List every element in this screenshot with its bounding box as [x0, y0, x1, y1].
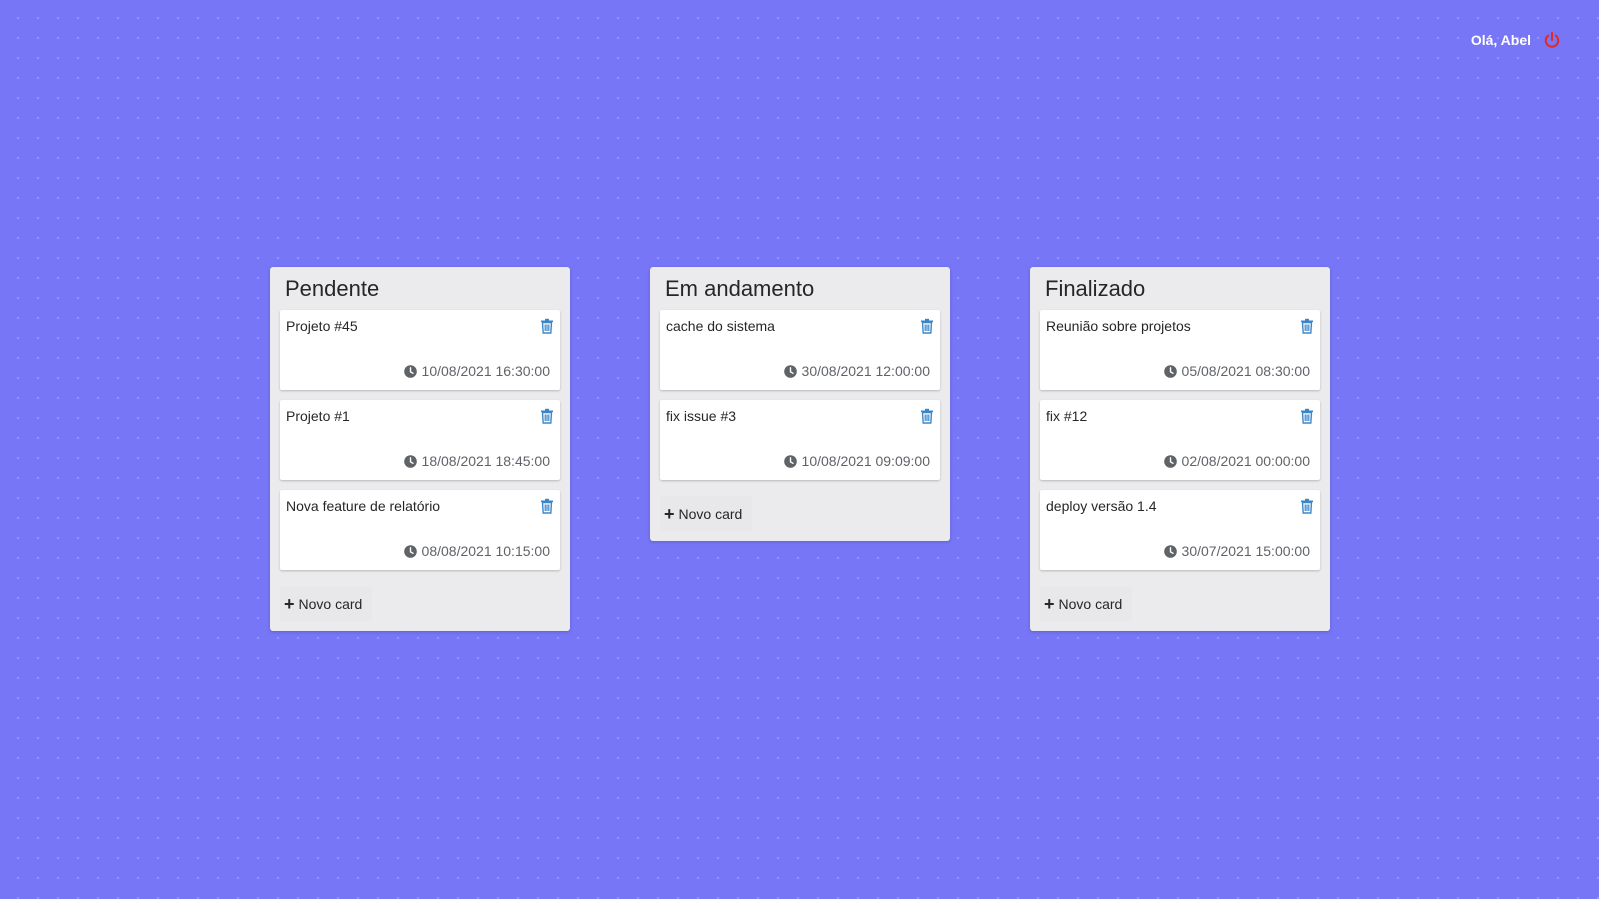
column-title: Pendente	[285, 276, 380, 301]
card-date: 08/08/2021 10:15:00	[403, 543, 550, 559]
clock-icon	[403, 364, 417, 378]
plus-icon: +	[284, 594, 295, 614]
card[interactable]: Nova feature de relatório 08/08/2021 10:…	[280, 490, 560, 570]
trash-icon[interactable]	[920, 408, 934, 424]
card-title: Projeto #1	[286, 408, 350, 424]
new-card-button[interactable]: + Novo card	[1040, 586, 1133, 621]
clock-icon	[1163, 364, 1177, 378]
kanban-board: Pendente Projeto #45 10/08/2021 16:30:00…	[270, 267, 1330, 631]
card-date: 10/08/2021 16:30:00	[403, 363, 550, 379]
card-date: 05/08/2021 08:30:00	[1163, 363, 1310, 379]
trash-icon[interactable]	[1300, 408, 1314, 424]
card-date: 10/08/2021 09:09:00	[783, 453, 930, 469]
trash-icon[interactable]	[540, 318, 554, 334]
card-title: fix #12	[1046, 408, 1088, 424]
card-date-text: 18/08/2021 18:45:00	[421, 453, 550, 469]
column-title: Em andamento	[665, 276, 815, 301]
user-greeting: Olá, Abel	[1470, 32, 1531, 48]
clock-icon	[403, 454, 417, 468]
new-card-button[interactable]: + Novo card	[660, 496, 753, 531]
card-date-text: 08/08/2021 10:15:00	[421, 543, 550, 559]
card-date: 30/08/2021 12:00:00	[783, 363, 930, 379]
card-date: 18/08/2021 18:45:00	[403, 453, 550, 469]
clock-icon	[783, 454, 797, 468]
card-title: Projeto #45	[286, 318, 358, 334]
trash-icon[interactable]	[1300, 318, 1314, 334]
new-card-label: Novo card	[1058, 596, 1123, 612]
card[interactable]: fix #12 02/08/2021 00:00:00	[1040, 400, 1320, 480]
column-finalizado: Finalizado Reunião sobre projetos 05/08/…	[1030, 267, 1330, 631]
trash-icon[interactable]	[1300, 498, 1314, 514]
new-card-button[interactable]: + Novo card	[280, 586, 373, 621]
card-date-text: 02/08/2021 00:00:00	[1181, 453, 1310, 469]
trash-icon[interactable]	[540, 498, 554, 514]
trash-icon[interactable]	[540, 408, 554, 424]
card-date-text: 10/08/2021 16:30:00	[421, 363, 550, 379]
clock-icon	[783, 364, 797, 378]
top-bar: Olá, Abel	[1471, 31, 1561, 49]
column-pendente: Pendente Projeto #45 10/08/2021 16:30:00…	[270, 267, 570, 631]
card[interactable]: cache do sistema 30/08/2021 12:00:00	[660, 310, 940, 390]
card-title: deploy versão 1.4	[1046, 498, 1157, 514]
card-date-text: 30/07/2021 15:00:00	[1181, 543, 1310, 559]
card[interactable]: Reunião sobre projetos 05/08/2021 08:30:…	[1040, 310, 1320, 390]
card[interactable]: fix issue #3 10/08/2021 09:09:00	[660, 400, 940, 480]
new-card-label: Novo card	[298, 596, 363, 612]
card-date: 02/08/2021 00:00:00	[1163, 453, 1310, 469]
clock-icon	[1163, 454, 1177, 468]
card[interactable]: deploy versão 1.4 30/07/2021 15:00:00	[1040, 490, 1320, 570]
card-date: 30/07/2021 15:00:00	[1163, 543, 1310, 559]
card[interactable]: Projeto #1 18/08/2021 18:45:00	[280, 400, 560, 480]
clock-icon	[403, 544, 417, 558]
card[interactable]: Projeto #45 10/08/2021 16:30:00	[280, 310, 560, 390]
column-title: Finalizado	[1045, 276, 1146, 301]
card-date-text: 05/08/2021 08:30:00	[1181, 363, 1310, 379]
card-date-text: 10/08/2021 09:09:00	[801, 453, 930, 469]
plus-icon: +	[1044, 594, 1055, 614]
clock-icon	[1163, 544, 1177, 558]
card-title: fix issue #3	[666, 408, 737, 424]
power-icon[interactable]	[1543, 31, 1561, 49]
trash-icon[interactable]	[920, 318, 934, 334]
plus-icon: +	[664, 504, 675, 524]
card-title: Reunião sobre projetos	[1046, 318, 1191, 334]
card-date-text: 30/08/2021 12:00:00	[801, 363, 930, 379]
card-title: Nova feature de relatório	[286, 498, 441, 514]
column-em-andamento: Em andamento cache do sistema 30/08/2021…	[650, 267, 950, 541]
card-title: cache do sistema	[666, 318, 775, 334]
new-card-label: Novo card	[678, 506, 743, 522]
